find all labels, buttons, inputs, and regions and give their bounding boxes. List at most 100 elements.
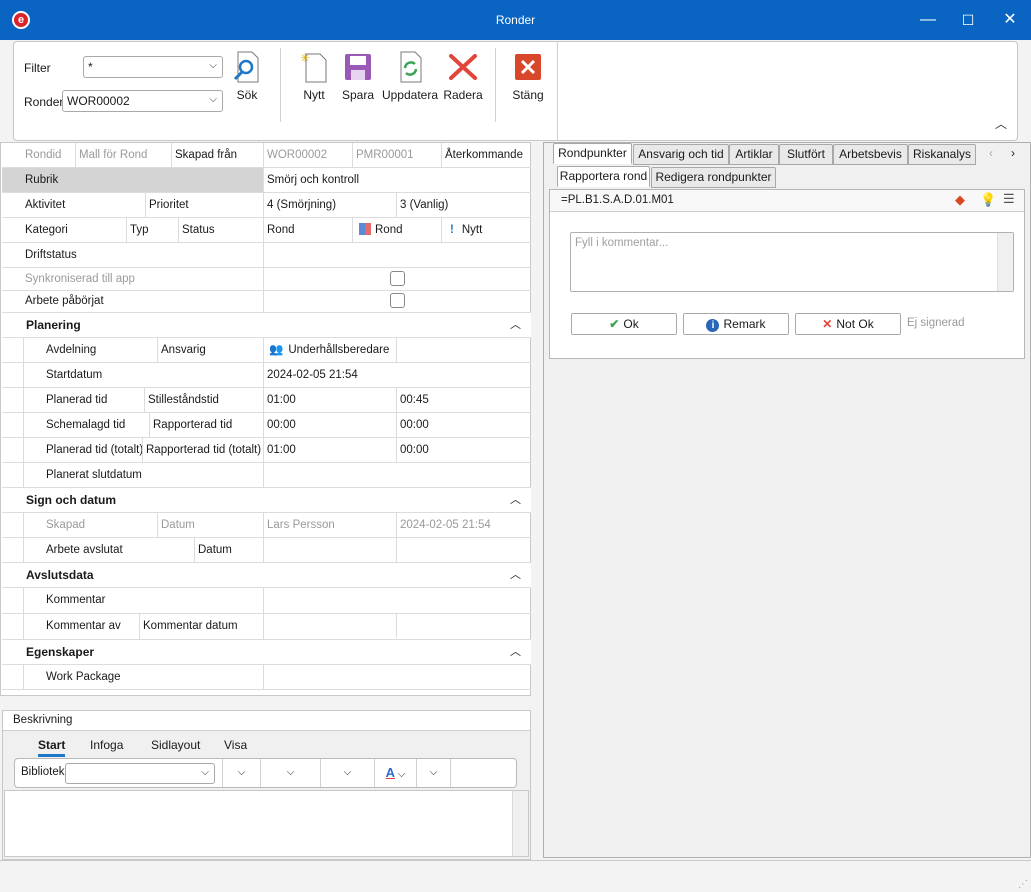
tab-rondpunkter[interactable]: Rondpunkter <box>553 143 632 164</box>
ok-button[interactable]: ✔ Ok <box>571 313 677 335</box>
avdelning-label: Avdelning <box>23 338 158 362</box>
ribbon-spacer <box>450 759 516 787</box>
tab-riskanalys[interactable]: Riskanalys <box>908 144 976 165</box>
startdatum-row: Startdatum 2024-02-05 21:54 <box>2 363 531 388</box>
chevron-down-icon: ⌵ <box>343 767 352 778</box>
kategori-field[interactable]: Rond <box>264 218 353 242</box>
check-icon: ✔ <box>609 317 620 331</box>
tab-start[interactable]: Start <box>38 738 66 757</box>
ronder-combo[interactable]: WOR00002 ⌵ <box>62 90 223 112</box>
save-button[interactable]: Spara <box>328 50 388 102</box>
tab-sidlayout[interactable]: Sidlayout <box>151 738 200 752</box>
search-button[interactable]: Sök <box>217 50 277 102</box>
warning-icon[interactable]: ◆ <box>955 192 965 208</box>
arbete-paborjat-checkbox[interactable] <box>390 293 405 308</box>
planerad-totalt-field[interactable]: 01:00 <box>264 438 397 462</box>
save-icon <box>328 50 388 84</box>
tab-arbetsbevis[interactable]: Arbetsbevis <box>833 144 908 165</box>
minimize-button[interactable]: — <box>908 5 948 35</box>
chevron-up-icon: ︿ <box>510 494 521 506</box>
remark-button[interactable]: i Remark <box>683 313 789 335</box>
sign-section-header[interactable]: Sign och datum ︿ <box>2 488 531 513</box>
mall-field[interactable]: PMR00001 <box>353 143 442 167</box>
delete-icon <box>433 50 493 84</box>
tab-slutfort[interactable]: Slutfört <box>779 144 833 165</box>
close-window-button[interactable]: ✕ <box>990 5 1030 35</box>
skapad-fran-label: Skapad från <box>172 143 264 167</box>
comment-input[interactable]: Fyll i kommentar... <box>570 232 1014 292</box>
ansvarig-field[interactable]: 👥 Underhållsberedare <box>264 338 397 362</box>
remark-label: Remark <box>723 317 766 331</box>
users-icon: 👥 <box>269 344 284 356</box>
avslut-title: Avslutsdata <box>26 568 94 582</box>
comment-scrollbar[interactable] <box>997 233 1013 291</box>
tabs-scroll-left-icon[interactable]: ‹ <box>989 146 993 160</box>
arbete-avslutat-field[interactable] <box>264 538 397 562</box>
rapporterad-totalt-field[interactable]: 00:00 <box>397 438 531 462</box>
text-color-dropdown[interactable]: A ⌵ <box>374 759 416 787</box>
tab-infoga[interactable]: Infoga <box>90 738 123 752</box>
aktivitet-field[interactable]: 4 (Smörjning) <box>264 193 397 217</box>
kommentar-av-field[interactable] <box>264 614 397 638</box>
planering-section-header[interactable]: Planering ︿ <box>2 313 531 338</box>
checklist-icon[interactable]: ☰ <box>1003 191 1015 207</box>
filter-value: * <box>88 60 93 74</box>
tab-visa[interactable]: Visa <box>224 738 247 752</box>
status-value: Nytt <box>461 224 483 236</box>
refresh-button[interactable]: Uppdatera <box>380 50 440 102</box>
stillestandstid-field[interactable]: 00:45 <box>397 388 531 412</box>
typ-field[interactable]: Rond <box>353 218 442 242</box>
synk-checkbox[interactable] <box>390 271 405 286</box>
toolbar: Filter * ⌵ Ronder WOR00002 ⌵ Sök ✳ Nytt … <box>13 41 1018 141</box>
more-dropdown[interactable]: ⌵ <box>416 759 450 787</box>
window-title: Ronder <box>495 13 536 27</box>
work-package-row: Work Package <box>2 665 531 690</box>
sign-title: Sign och datum <box>26 493 116 507</box>
lightbulb-icon[interactable]: 💡 <box>980 192 996 208</box>
font-dropdown[interactable]: ⌵ <box>260 759 320 787</box>
skapad-fran-field[interactable]: Återkommande <box>442 143 531 167</box>
chevron-down-icon: ⌵ <box>397 769 406 780</box>
resize-grip-icon[interactable]: ⋰ <box>1018 879 1028 890</box>
work-package-field[interactable] <box>264 665 531 689</box>
typ-value: Rond <box>375 224 403 236</box>
bibliotek-combo[interactable]: ⌵ <box>65 763 215 784</box>
maximize-button[interactable]: ☐ <box>948 5 988 35</box>
planerad-tid-field[interactable]: 01:00 <box>264 388 397 412</box>
filter-combo[interactable]: * ⌵ <box>83 56 223 78</box>
arbete-paborjat-row: Arbete påbörjat <box>2 291 531 313</box>
beskrivning-editor[interactable] <box>4 790 529 857</box>
rondid-field[interactable]: WOR00002 <box>264 143 353 167</box>
avslut-section-header[interactable]: Avslutsdata ︿ <box>2 563 531 588</box>
skapad-field[interactable]: Lars Persson <box>264 513 397 537</box>
editor-scrollbar[interactable] <box>512 791 528 856</box>
tabs-scroll-right-icon[interactable]: › <box>1011 146 1015 160</box>
collapse-ribbon-button[interactable]: ︿ <box>995 115 1007 132</box>
format-dropdown[interactable]: ⌵ <box>222 759 260 787</box>
rubrik-field[interactable]: Smörj och kontroll <box>264 168 531 192</box>
kommentar-field[interactable] <box>264 588 531 612</box>
planerad-tid-row: Planerad tid Stilleståndstid 01:00 00:45 <box>2 388 531 413</box>
not-ok-button[interactable]: ✕ Not Ok <box>795 313 901 335</box>
chevron-down-icon: ⌵ <box>429 767 438 778</box>
datum-field[interactable]: 2024-02-05 21:54 <box>397 513 531 537</box>
egenskaper-section-header[interactable]: Egenskaper ︿ <box>2 640 531 665</box>
status-bar: ⋰ <box>0 860 1031 892</box>
rapporterad-field[interactable]: 00:00 <box>397 413 531 437</box>
synk-row: Synkroniserad till app <box>2 268 531 291</box>
startdatum-field[interactable]: 2024-02-05 21:54 <box>264 363 531 387</box>
text-color-icon: A <box>385 765 395 780</box>
subtab-redigera-rondpunkter[interactable]: Redigera rondpunkter <box>651 167 776 188</box>
status-field[interactable]: ! Nytt <box>442 218 531 242</box>
delete-button[interactable]: Radera <box>433 50 493 102</box>
tab-ansvarig-och-tid[interactable]: Ansvarig och tid <box>633 144 729 165</box>
subtab-rapportera-rond[interactable]: Rapportera rond <box>557 166 650 187</box>
prioritet-field[interactable]: 3 (Vanlig) <box>397 193 531 217</box>
close-button[interactable]: Stäng <box>498 50 558 102</box>
size-dropdown[interactable]: ⌵ <box>320 759 374 787</box>
rondid-row: Rondid Mall för Rond Skapad från WOR0000… <box>2 143 531 168</box>
tab-artiklar[interactable]: Artiklar <box>729 144 779 165</box>
schemalagd-field[interactable]: 00:00 <box>264 413 397 437</box>
driftstatus-row: Driftstatus <box>2 243 531 268</box>
chevron-down-icon: ⌵ <box>209 60 217 71</box>
